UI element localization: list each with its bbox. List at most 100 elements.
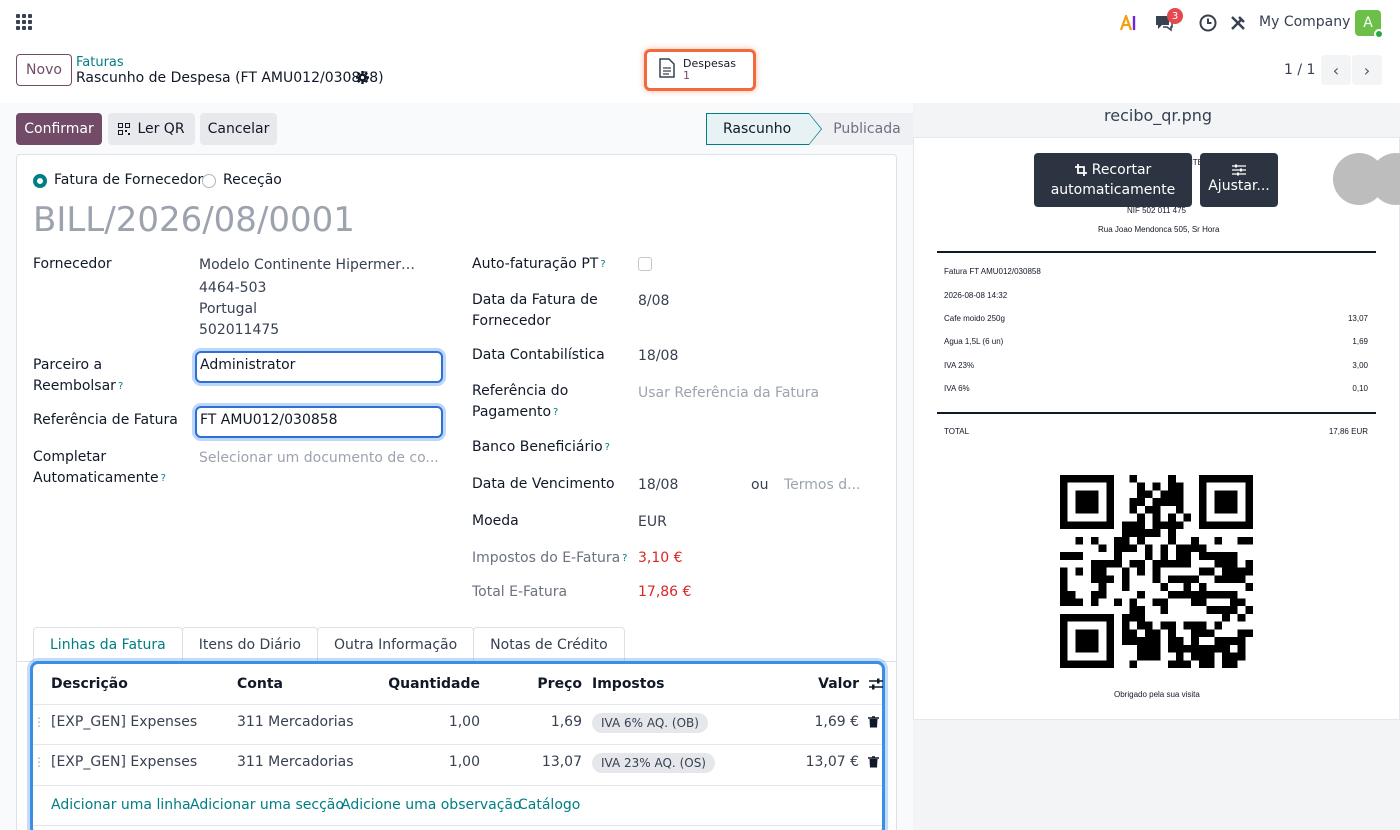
autocomplete-input[interactable]: Selecionar um documento de co... — [199, 448, 439, 469]
drag-handle-icon[interactable]: ⋮ — [33, 715, 45, 729]
tools-icon[interactable] — [1227, 12, 1249, 34]
vendor-country: Portugal — [199, 301, 257, 317]
row-divider — [33, 785, 882, 786]
adjust-button[interactable]: Ajustar... — [1200, 153, 1278, 207]
company-switcher[interactable]: My Company — [1259, 14, 1350, 30]
payment-ref-input[interactable]: Usar Referência da Fatura — [638, 383, 819, 404]
radio-vendor-bill[interactable] — [33, 174, 47, 188]
help-icon[interactable]: ? — [161, 473, 166, 484]
smart-button-count: 1 — [683, 69, 690, 82]
row-divider — [33, 825, 882, 826]
col-description[interactable]: Descrição — [51, 676, 128, 692]
payment-ref-label-line2: Pagamento — [472, 404, 552, 420]
bill-date-label: Data da Fatura de Fornecedor — [472, 290, 598, 332]
receipt-item-value: 0,10 — [1352, 384, 1368, 393]
reimburse-label-line1: Parceiro a — [33, 357, 103, 373]
invoice-ref-input[interactable]: FT AMU012/030858 — [195, 406, 443, 438]
auto-crop-button[interactable]: Recortar automaticamente — [1034, 153, 1192, 207]
receipt-thanks: Obrigado pela sua visita — [1114, 690, 1200, 699]
line-amount: 13,07 € — [805, 754, 859, 770]
row-divider — [33, 704, 882, 705]
catalog-link[interactable]: Catálogo — [518, 797, 580, 813]
add-section-link[interactable]: Adicionar uma secção — [190, 797, 344, 813]
col-quantity[interactable]: Quantidade — [380, 676, 480, 692]
trash-icon[interactable] — [868, 716, 879, 732]
gear-icon[interactable] — [356, 71, 369, 88]
user-avatar[interactable]: A — [1355, 10, 1384, 39]
line-quantity[interactable]: 1,00 — [380, 714, 480, 730]
adjust-label: Ajustar... — [1208, 178, 1270, 194]
accounting-date-field[interactable]: 18/08 — [638, 346, 678, 367]
tax-tag[interactable]: IVA 23% AQ. (OS) — [592, 753, 715, 773]
help-icon[interactable]: ? — [118, 381, 123, 392]
line-price[interactable]: 13,07 — [502, 754, 582, 770]
drag-handle-icon[interactable]: ⋮ — [33, 755, 45, 769]
online-status-dot — [1374, 29, 1384, 39]
line-description[interactable]: [EXP_GEN] Expenses — [51, 754, 197, 770]
apps-menu-icon[interactable] — [16, 14, 32, 30]
selfbilling-label-text: Auto-faturação PT — [472, 256, 599, 272]
help-icon[interactable]: ? — [553, 407, 558, 418]
receipt-item-value: 13,07 — [1347, 314, 1368, 323]
payment-ref-label: Referência do Pagamento? — [472, 381, 568, 423]
optional-columns-icon[interactable] — [869, 677, 883, 695]
bank-label: Banco Beneficiário? — [472, 437, 610, 458]
currency-field[interactable]: EUR — [638, 512, 667, 533]
notebook-tabs: Linhas da Fatura Itens do Diário Outra I… — [33, 627, 625, 661]
help-icon[interactable]: ? — [622, 553, 627, 564]
col-price[interactable]: Preço — [502, 676, 582, 692]
ai-icon[interactable] — [1119, 12, 1141, 34]
radio-receipt-label[interactable]: Receção — [223, 172, 282, 188]
line-quantity[interactable]: 1,00 — [380, 754, 480, 770]
pager-next-button[interactable]: › — [1352, 55, 1382, 85]
new-button[interactable]: Novo — [16, 54, 72, 86]
line-account[interactable]: 311 Mercadorias — [237, 714, 354, 730]
selfbilling-checkbox[interactable] — [638, 257, 652, 271]
status-draft[interactable]: Rascunho — [706, 113, 823, 145]
breadcrumb-invoices[interactable]: Faturas — [76, 55, 124, 70]
confirm-button[interactable]: Confirmar — [16, 113, 102, 145]
etax-value: 3,10 € — [638, 550, 683, 566]
pager-value[interactable]: 1 / 1 — [1284, 62, 1315, 78]
reimburse-partner-input[interactable]: Administrator — [195, 351, 443, 383]
tab-other-info[interactable]: Outra Informação — [316, 627, 475, 661]
clock-icon[interactable] — [1197, 12, 1219, 34]
cancel-button[interactable]: Cancelar — [200, 113, 277, 145]
help-icon[interactable]: ? — [605, 442, 610, 453]
vendor-field[interactable]: Modelo Continente Hipermer… — [199, 255, 415, 276]
line-price[interactable]: 1,69 — [502, 714, 582, 730]
scan-qr-button[interactable]: Ler QR — [108, 113, 195, 145]
bill-date-label-line2: Fornecedor — [472, 313, 551, 329]
add-note-link[interactable]: Adicione uma observação — [341, 797, 522, 813]
auto-crop-label-2: automaticamente — [1050, 182, 1176, 198]
receipt-datetime: 2026-08-08 14:32 — [944, 291, 1008, 300]
accounting-date-label: Data Contabilística — [472, 347, 605, 363]
tab-credit-notes[interactable]: Notas de Crédito — [473, 627, 625, 661]
payment-terms-input[interactable]: Termos d... — [784, 475, 860, 496]
bill-date-field[interactable]: 8/08 — [638, 291, 669, 312]
attachment-filename: recibo_qr.png — [1104, 106, 1213, 125]
help-icon[interactable]: ? — [600, 259, 605, 270]
add-line-link[interactable]: Adicionar uma linha — [51, 797, 191, 813]
pager-previous-button[interactable]: ‹ — [1321, 55, 1351, 85]
radio-receipt[interactable] — [202, 174, 216, 188]
col-account[interactable]: Conta — [237, 676, 283, 692]
status-arrow-fill — [809, 114, 822, 144]
tax-tag[interactable]: IVA 6% AQ. (OB) — [592, 713, 708, 733]
col-taxes[interactable]: Impostos — [592, 676, 664, 692]
trash-icon[interactable] — [868, 756, 879, 772]
due-date-field[interactable]: 18/08 — [638, 475, 678, 496]
tab-invoice-lines[interactable]: Linhas da Fatura — [33, 627, 183, 661]
line-account[interactable]: 311 Mercadorias — [237, 754, 354, 770]
tab-journal-items[interactable]: Itens do Diário — [181, 627, 318, 661]
radio-vendor-bill-label[interactable]: Fatura de Fornecedor — [54, 172, 203, 188]
receipt-rule — [937, 412, 1376, 414]
line-description[interactable]: [EXP_GEN] Expenses — [51, 714, 197, 730]
expenses-smart-button[interactable]: Despesas 1 — [644, 49, 756, 91]
chat-icon[interactable]: 3 — [1153, 8, 1183, 34]
smart-button-label: Despesas — [683, 57, 736, 70]
receipt-invoice: Fatura FT AMU012/030858 — [944, 267, 1041, 276]
status-posted-label: Publicada — [833, 121, 901, 137]
status-posted[interactable]: Publicada — [809, 113, 914, 145]
col-amount[interactable]: Valor — [780, 676, 859, 692]
